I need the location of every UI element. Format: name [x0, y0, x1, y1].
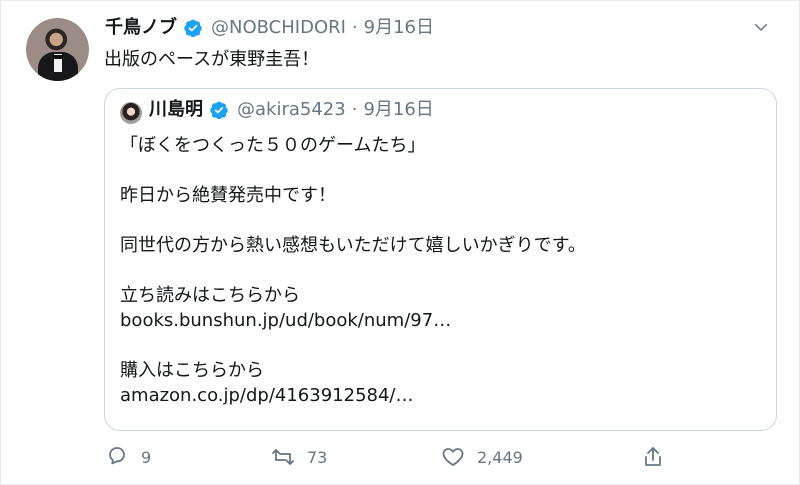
tweet-text: 出版のペースが東野圭吾！ [104, 49, 320, 70]
retweet-count: 73 [307, 447, 328, 467]
reply-icon [109, 447, 125, 465]
share-icon [645, 447, 661, 466]
tweet-date[interactable]: 9月16日 [364, 16, 434, 40]
verified-icon [184, 19, 202, 38]
author-avatar[interactable] [26, 18, 89, 81]
quoted-preview-label: 立ち読みはこちらから [120, 285, 300, 306]
quoted-purchase-label: 購入はこちらから [120, 360, 264, 381]
author-name[interactable]: 千鳥ノブ [105, 16, 177, 40]
quoted-tweet-header: 川島明 @akira5423 · 9月16日 [149, 98, 434, 122]
like-button[interactable]: 2,449 [441, 442, 523, 472]
tweet-header: 千鳥ノブ @NOBCHIDORI · 9月16日 [105, 16, 434, 40]
quoted-feedback-line: 同世代の方から熱い感想もいただけて嬉しいかぎりです。 [120, 235, 586, 256]
quoted-author-avatar[interactable] [120, 102, 142, 124]
heart-icon [442, 448, 464, 466]
share-button[interactable] [641, 442, 665, 472]
quoted-purchase-link[interactable]: amazon.co.jp/dp/4163912584/… [120, 383, 760, 408]
quoted-preview-link[interactable]: books.bunshun.jp/ud/book/num/97… [120, 308, 760, 333]
separator-dot: · [351, 17, 358, 38]
retweet-icon [272, 449, 294, 465]
quoted-tweet[interactable]: 川島明 @akira5423 · 9月16日 「ぼくをつくった５０のゲームたち」… [104, 88, 777, 431]
like-count: 2,449 [477, 447, 523, 467]
tweet-card: 千鳥ノブ @NOBCHIDORI · 9月16日 出版のペースが東野圭吾！ 川島… [0, 0, 800, 485]
quoted-author-name[interactable]: 川島明 [149, 98, 203, 122]
verified-icon [210, 101, 228, 120]
retweet-button[interactable]: 73 [271, 442, 327, 472]
chevron-down-icon[interactable] [752, 18, 770, 36]
author-handle[interactable]: @NOBCHIDORI [211, 16, 346, 40]
quoted-tweet-body: 「ぼくをつくった５０のゲームたち」 昨日から絶賛発売中です！ 同世代の方から熱い… [120, 133, 760, 408]
reply-button[interactable]: 9 [105, 442, 151, 472]
quoted-release-line: 昨日から絶賛発売中です！ [120, 185, 336, 206]
tweet-actions: 9 73 2,449 [105, 442, 671, 472]
quoted-author-handle[interactable]: @akira5423 [237, 98, 346, 122]
reply-count: 9 [141, 447, 152, 467]
quoted-tweet-date[interactable]: 9月16日 [363, 98, 433, 122]
separator-dot: · [351, 99, 358, 120]
avatar-bow-tie [53, 55, 63, 59]
quoted-title-line: 「ぼくをつくった５０のゲームたち」 [120, 135, 426, 156]
